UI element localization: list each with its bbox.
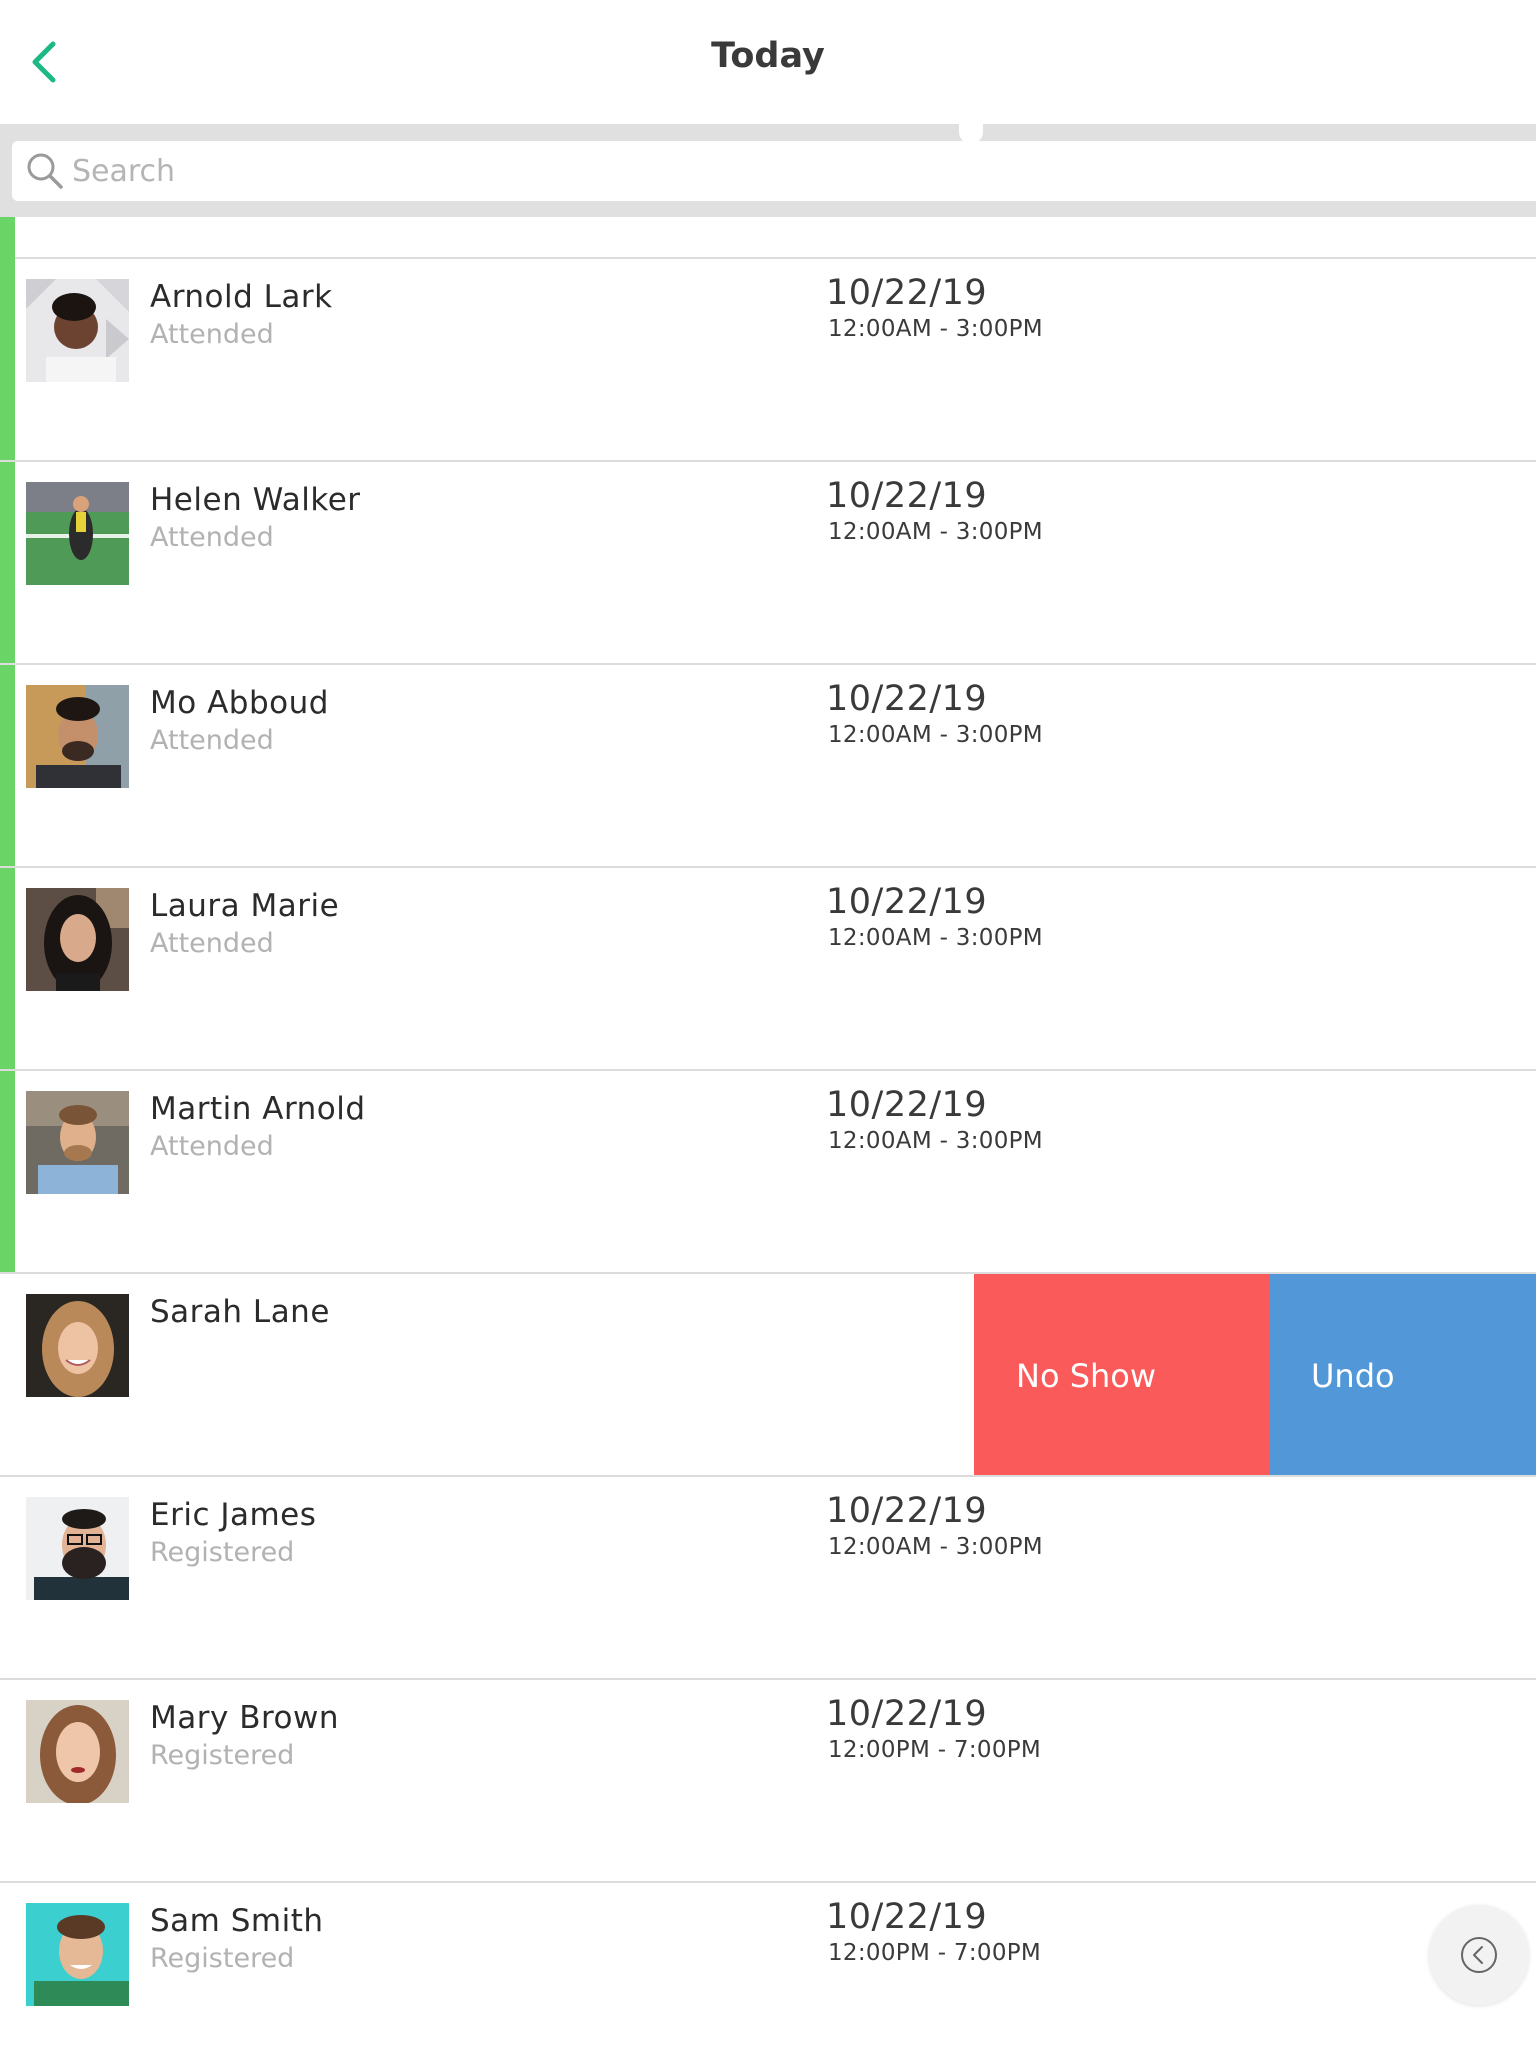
attendee-name: Helen Walker (150, 482, 361, 518)
attendee-status: Attended (150, 1131, 274, 1162)
attendee-name: Sarah Lane (150, 1294, 330, 1330)
page-title: Today (711, 36, 825, 76)
attended-indicator (0, 462, 15, 663)
no-show-button[interactable]: No Show (974, 1274, 1269, 1475)
event-date: 10/22/19 (826, 1694, 988, 1734)
event-date: 10/22/19 (826, 476, 988, 516)
attendee-row[interactable]: Sam Smith Registered 10/22/19 12:00PM - … (0, 1883, 1536, 2048)
attended-indicator (0, 259, 15, 460)
attendee-name: Mary Brown (150, 1700, 339, 1736)
list-header-spacer (0, 217, 1536, 261)
event-time: 12:00AM - 3:00PM (828, 722, 1043, 748)
attendee-name: Laura Marie (150, 888, 340, 924)
undo-button[interactable]: Undo (1269, 1274, 1536, 1475)
attendee-row-swiped[interactable]: Sarah Lane No Show Undo (0, 1274, 1536, 1477)
attendee-name: Mo Abboud (150, 685, 329, 721)
attendee-status: Registered (150, 1537, 295, 1568)
avatar (26, 888, 129, 991)
attendee-status: Registered (150, 1740, 295, 1771)
event-time: 12:00PM - 7:00PM (828, 1940, 1042, 1966)
event-date: 10/22/19 (826, 882, 988, 922)
attended-indicator (0, 1071, 15, 1272)
attended-indicator (0, 665, 15, 866)
event-time: 12:00AM - 3:00PM (828, 925, 1043, 951)
search-icon (24, 150, 66, 192)
search-input[interactable] (72, 153, 1472, 189)
attendee-row[interactable]: Arnold Lark Attended 10/22/19 12:00AM - … (0, 259, 1536, 462)
attendee-status: Attended (150, 522, 274, 553)
event-time: 12:00AM - 3:00PM (828, 519, 1043, 545)
event-date: 10/22/19 (826, 679, 988, 719)
avatar (26, 1497, 129, 1600)
attendee-row[interactable]: Laura Marie Attended 10/22/19 12:00AM - … (0, 868, 1536, 1071)
attendee-status: Attended (150, 725, 274, 756)
attendee-status: Registered (150, 1943, 295, 1974)
avatar (26, 279, 129, 382)
attendee-row[interactable]: Helen Walker Attended 10/22/19 12:00AM -… (0, 462, 1536, 665)
attendee-name: Eric James (150, 1497, 317, 1533)
avatar (26, 1294, 129, 1397)
avatar (26, 482, 129, 585)
event-date: 10/22/19 (826, 1085, 988, 1125)
attendee-status: Attended (150, 928, 274, 959)
search-bar (0, 124, 1536, 217)
avatar (26, 685, 129, 788)
attendee-name: Arnold Lark (150, 279, 333, 315)
search-box[interactable] (12, 141, 1536, 201)
app-screen: Today Search Arnold Lark Attended 10/22/… (0, 0, 1536, 2048)
attendee-row[interactable]: Mary Brown Registered 10/22/19 12:00PM -… (0, 1680, 1536, 1883)
event-time: 12:00PM - 7:00PM (828, 1737, 1042, 1763)
avatar (26, 1700, 129, 1803)
attendee-row[interactable]: Mo Abboud Attended 10/22/19 12:00AM - 3:… (0, 665, 1536, 868)
floating-back-button[interactable] (1429, 1905, 1529, 2005)
attendee-name: Sam Smith (150, 1903, 324, 1939)
event-time: 12:00AM - 3:00PM (828, 1534, 1043, 1560)
circle-chevron-left-icon (1461, 1937, 1497, 1973)
event-time: 12:00AM - 3:00PM (828, 1128, 1043, 1154)
attended-indicator (0, 868, 15, 1069)
attended-indicator (0, 217, 15, 261)
event-time: 12:00AM - 3:00PM (828, 316, 1043, 342)
attendee-name: Martin Arnold (150, 1091, 366, 1127)
swipe-actions: No Show Undo (974, 1274, 1536, 1475)
event-date: 10/22/19 (826, 273, 988, 313)
attendee-row[interactable]: Martin Arnold Attended 10/22/19 12:00AM … (0, 1071, 1536, 1274)
avatar (26, 1903, 129, 2006)
attendee-row[interactable]: Eric James Registered 10/22/19 12:00AM -… (0, 1477, 1536, 1680)
nav-bar: Today (0, 0, 1536, 124)
event-date: 10/22/19 (826, 1897, 988, 1937)
avatar (26, 1091, 129, 1194)
attendee-list: Arnold Lark Attended 10/22/19 12:00AM - … (0, 217, 1536, 2048)
event-date: 10/22/19 (826, 1491, 988, 1531)
attendee-status: Attended (150, 319, 274, 350)
